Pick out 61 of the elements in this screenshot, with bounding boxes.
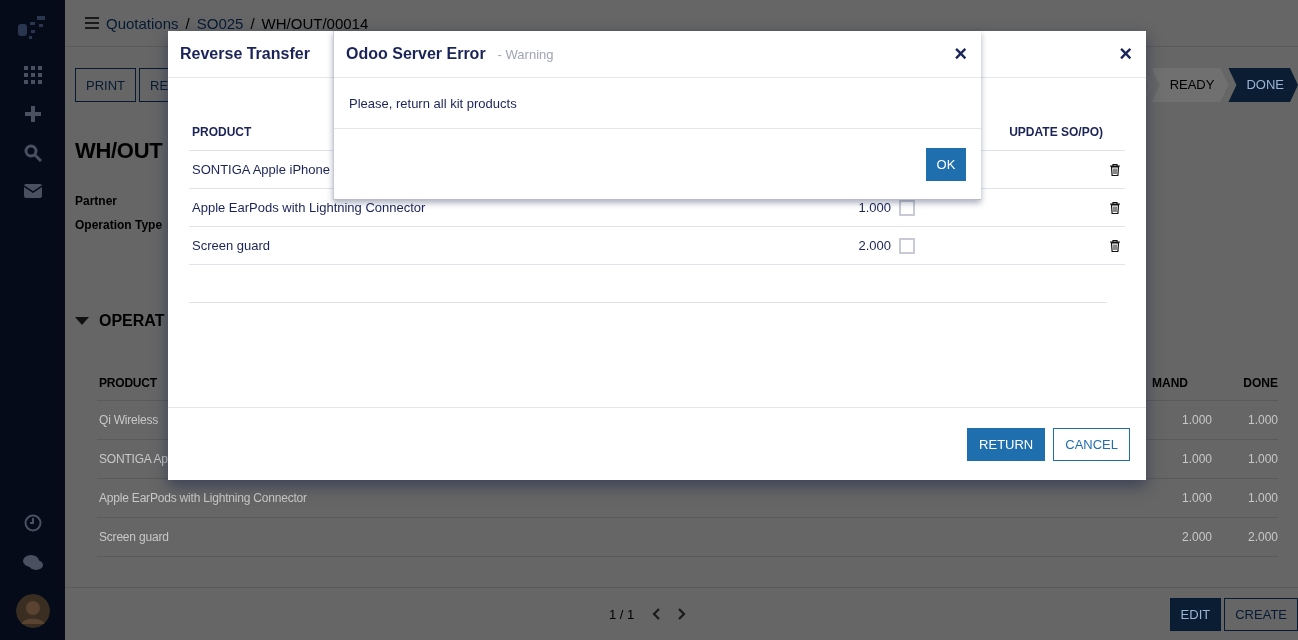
table-cell-text: Qi Wireless bbox=[98, 413, 160, 427]
table-cell-text: Apple EarPods with Lightning Connector bbox=[98, 491, 308, 505]
breadcrumb-link[interactable]: SO025 bbox=[196, 15, 244, 31]
caret-icon[interactable] bbox=[75, 317, 89, 325]
chat-icon[interactable] bbox=[21, 554, 44, 572]
table-cell-text: SONTIGA Ap bbox=[98, 452, 169, 466]
trash-icon[interactable] bbox=[1110, 163, 1120, 176]
table-cell-text: 2.000 bbox=[1180, 530, 1212, 544]
footer-button[interactable]: CREATE bbox=[1224, 597, 1298, 631]
table-cell-text: 1.000 bbox=[1246, 413, 1278, 427]
table-cell-text: 1.000 bbox=[1246, 452, 1278, 466]
previous-icon[interactable] bbox=[652, 608, 661, 620]
status-step[interactable]: READY bbox=[1151, 68, 1229, 102]
table-cell-text: SONTIGA Apple iPhone bbox=[191, 162, 331, 177]
table-cell-text: Screen guard bbox=[191, 238, 271, 253]
table-cell-text: 1.000 bbox=[1180, 413, 1212, 427]
dialog-subtitle: - Warning bbox=[497, 46, 554, 62]
table-cell-text: Apple EarPods with Lightning Connector bbox=[191, 200, 426, 215]
toolbar-button[interactable]: PRINT bbox=[75, 68, 136, 102]
clock-icon[interactable] bbox=[23, 514, 42, 532]
dialog-title: Odoo Server Error bbox=[346, 45, 486, 63]
table-cell-text: 1.000 bbox=[1180, 491, 1212, 505]
table-cell-text: 1.000 bbox=[1180, 452, 1212, 466]
column-header: UPDATE SO/PO) bbox=[1009, 125, 1103, 139]
field-label: Partner bbox=[75, 194, 118, 208]
column-header: MAND bbox=[1151, 376, 1189, 390]
breadcrumb-separator: / bbox=[185, 15, 190, 31]
field-label: Operation Type bbox=[75, 218, 163, 232]
breadcrumb-separator: / bbox=[250, 15, 255, 31]
section-title: OPERAT bbox=[99, 312, 165, 330]
close-button[interactable]: × bbox=[1117, 43, 1134, 65]
table-cell-text: Screen guard bbox=[98, 530, 170, 544]
apps-grid-icon[interactable] bbox=[23, 66, 42, 84]
quantity-cell[interactable]: 1.000 bbox=[831, 200, 891, 215]
table-cell-text: 2.000 bbox=[1246, 530, 1278, 544]
breadcrumb-item: WH/OUT/00014 bbox=[261, 15, 369, 31]
mail-icon[interactable] bbox=[23, 184, 42, 198]
checkbox[interactable] bbox=[899, 237, 915, 254]
dialog-button[interactable]: RETURN bbox=[967, 427, 1046, 461]
column-header: PRODUCT bbox=[191, 125, 252, 139]
menu-icon[interactable] bbox=[85, 17, 99, 29]
pager-counter: 1 / 1 bbox=[609, 606, 635, 622]
footer-button[interactable]: EDIT bbox=[1169, 597, 1222, 631]
record-title: WH/OUT bbox=[75, 137, 163, 165]
plus-icon[interactable] bbox=[24, 106, 41, 122]
column-header: DONE bbox=[1242, 376, 1278, 390]
trash-icon[interactable] bbox=[1110, 239, 1120, 252]
trash-icon[interactable] bbox=[1110, 201, 1120, 214]
avatar[interactable] bbox=[15, 594, 50, 628]
quantity-cell[interactable]: 2.000 bbox=[831, 238, 891, 253]
next-icon[interactable] bbox=[678, 608, 687, 620]
close-button[interactable]: × bbox=[952, 43, 969, 65]
breadcrumb-link[interactable]: Quotations bbox=[106, 15, 179, 31]
ok-button[interactable]: OK bbox=[926, 147, 966, 181]
dialog-button[interactable]: CANCEL bbox=[1053, 427, 1130, 461]
dialog-title: Reverse Transfer bbox=[180, 45, 310, 63]
search-icon[interactable] bbox=[23, 144, 42, 162]
status-step[interactable]: DONE bbox=[1228, 68, 1298, 102]
table-cell-text: 1.000 bbox=[1246, 491, 1278, 505]
column-header: PRODUCT bbox=[98, 376, 158, 390]
error-message: Please, return all kit products bbox=[349, 95, 517, 111]
